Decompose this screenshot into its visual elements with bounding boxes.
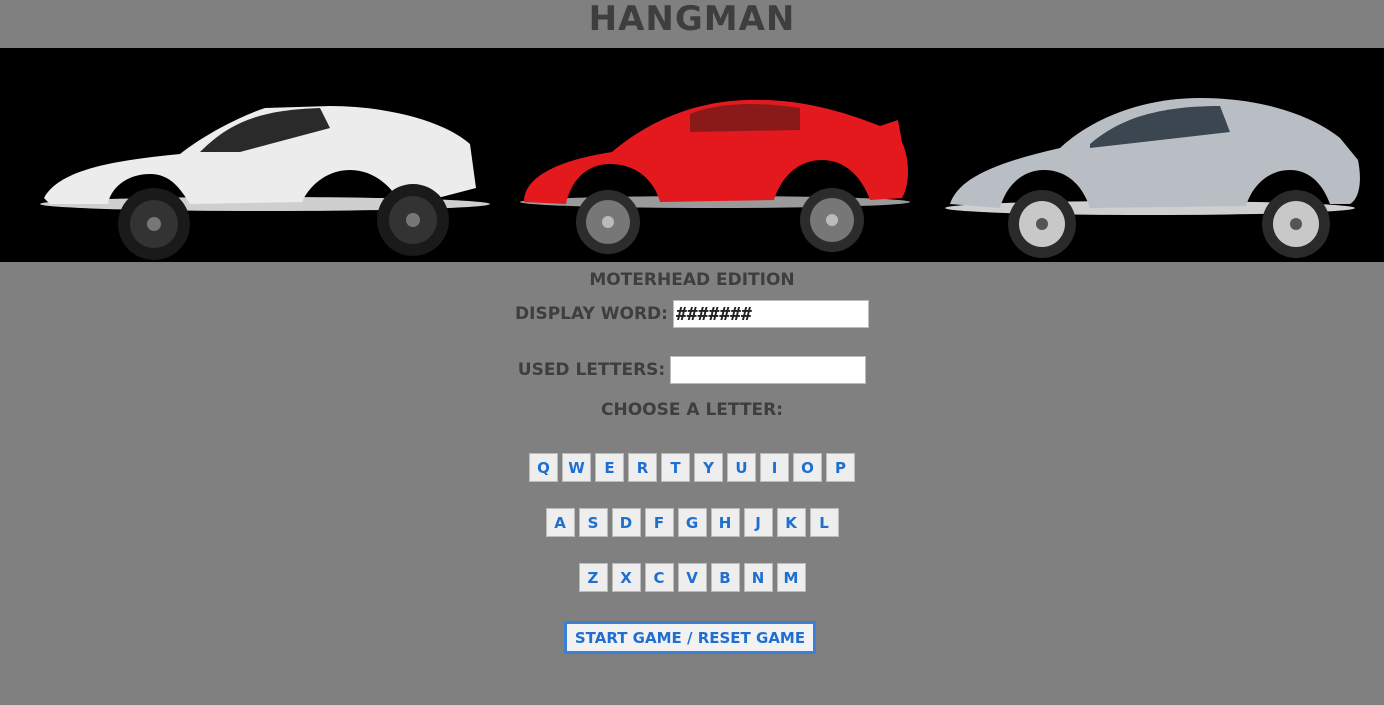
keyboard-row-3: Z X C V B N M: [0, 563, 1384, 592]
letter-key-f[interactable]: F: [644, 508, 674, 537]
letter-key-e[interactable]: E: [595, 453, 624, 482]
letter-key-c[interactable]: C: [644, 563, 674, 592]
start-button-wrap: START GAME / RESET GAME: [0, 621, 1384, 654]
letter-key-d[interactable]: D: [611, 508, 641, 537]
letter-key-g[interactable]: G: [677, 508, 707, 537]
letter-key-p[interactable]: P: [826, 453, 855, 482]
start-reset-button[interactable]: START GAME / RESET GAME: [563, 621, 817, 654]
letter-key-a[interactable]: A: [545, 508, 575, 537]
letter-key-r[interactable]: R: [628, 453, 657, 482]
letter-key-x[interactable]: X: [611, 563, 641, 592]
used-letters-field[interactable]: [670, 356, 867, 384]
display-word-field[interactable]: [672, 300, 869, 328]
letter-key-i[interactable]: I: [760, 453, 789, 482]
letter-key-k[interactable]: K: [776, 508, 806, 537]
keyboard-row-2: A S D F G H J K L: [0, 508, 1384, 537]
letter-key-h[interactable]: H: [710, 508, 740, 537]
edition-subtitle: MOTERHEAD EDITION: [589, 270, 795, 290]
letter-key-b[interactable]: B: [710, 563, 740, 592]
letter-key-w[interactable]: W: [562, 453, 591, 482]
letter-key-z[interactable]: Z: [578, 563, 608, 592]
letter-key-l[interactable]: L: [809, 508, 839, 537]
car-banner: [0, 48, 1384, 262]
red-coupe-car-icon: [520, 99, 910, 254]
silver-coupe-car-icon: [945, 98, 1360, 258]
letter-key-s[interactable]: S: [578, 508, 608, 537]
choose-letter-label: CHOOSE A LETTER:: [601, 400, 783, 420]
letter-key-o[interactable]: O: [793, 453, 822, 482]
letter-key-t[interactable]: T: [661, 453, 690, 482]
letter-key-m[interactable]: M: [776, 563, 806, 592]
display-word-label: DISPLAY WORD:: [515, 304, 668, 324]
letter-key-v[interactable]: V: [677, 563, 707, 592]
letter-key-y[interactable]: Y: [694, 453, 723, 482]
letter-key-u[interactable]: U: [727, 453, 756, 482]
keyboard-row-1: Q W E R T Y U I O P: [0, 453, 1384, 482]
letter-key-q[interactable]: Q: [529, 453, 558, 482]
letter-key-j[interactable]: J: [743, 508, 773, 537]
used-letters-row: USED LETTERS:: [0, 356, 1384, 384]
letter-key-n[interactable]: N: [743, 563, 773, 592]
display-word-row: DISPLAY WORD:: [0, 300, 1384, 328]
page-title: HANGMAN: [588, 0, 796, 39]
white-spyder-car-icon: [40, 106, 490, 260]
used-letters-label: USED LETTERS:: [517, 360, 666, 380]
